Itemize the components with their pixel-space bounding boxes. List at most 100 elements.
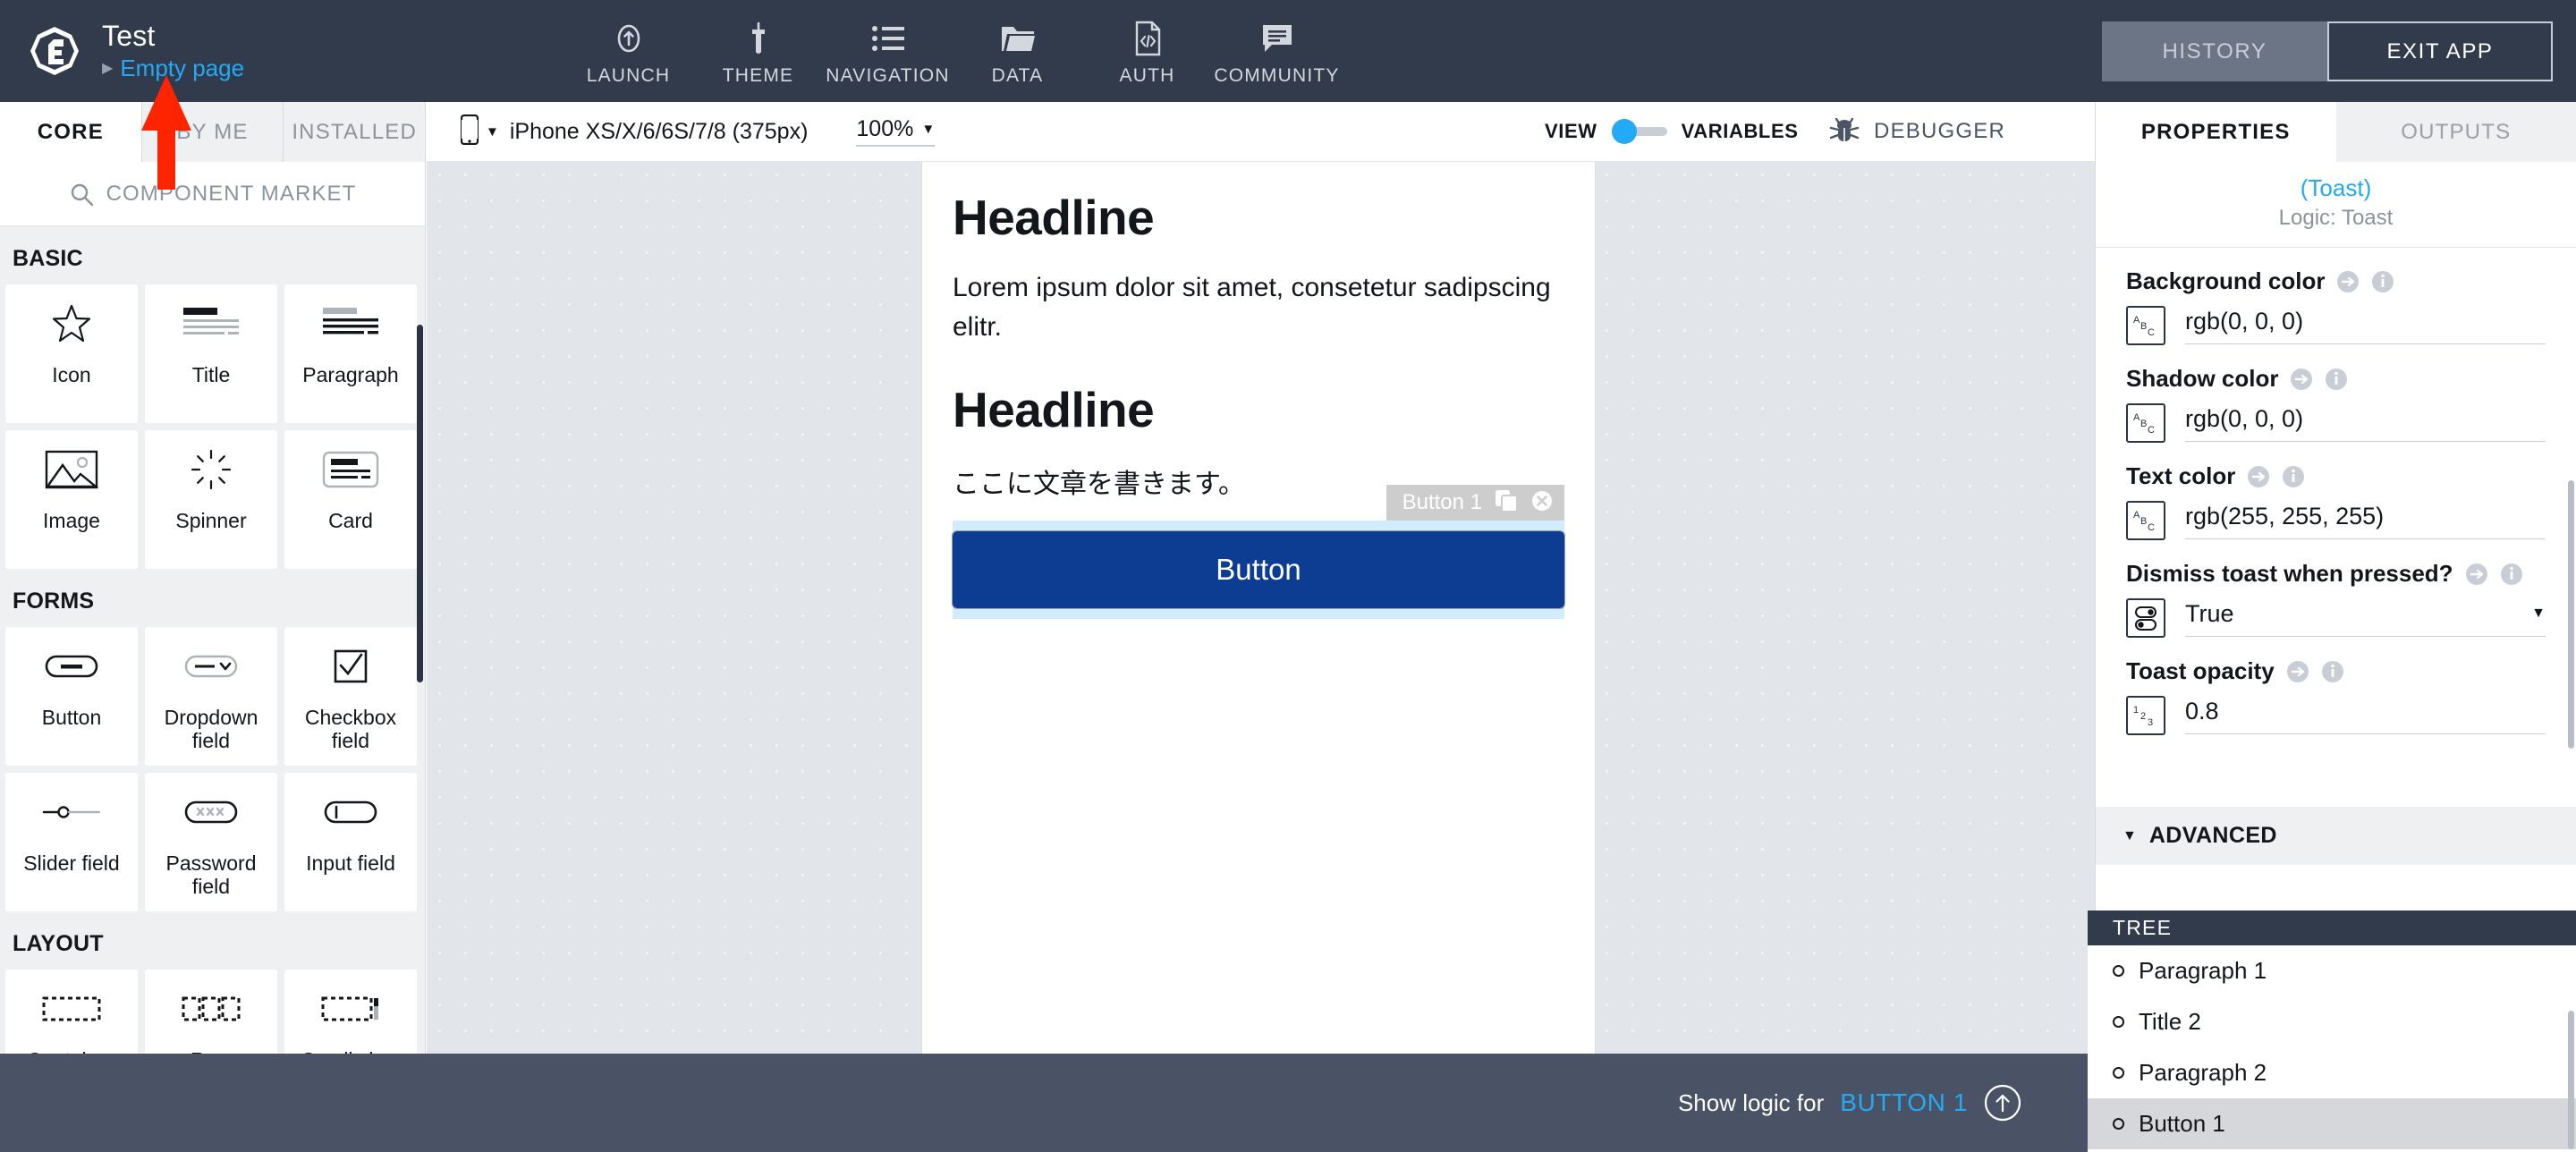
toggle-knob [1611,119,1637,144]
preview-headline-1[interactable]: Headline [953,191,1564,245]
input-icon [324,773,377,851]
tree-item-label: Button 1 [2139,1110,2225,1137]
exit-app-button[interactable]: EXIT APP [2327,21,2553,81]
property-value: rgb(0, 0, 0) [2185,307,2304,335]
component-grid-layout: Container Row [0,970,425,1054]
history-button[interactable]: HISTORY [2102,21,2327,81]
property-input[interactable]: rgb(0, 0, 0) [2185,405,2546,442]
svg-text:C: C [2148,327,2155,338]
view-variables-toggle[interactable]: VIEW VARIABLES [1545,119,1799,144]
brand-area: Test ▶ Empty page [0,21,501,81]
nav-item-community[interactable]: COMMUNITY [1212,15,1342,87]
component-label: Input field [306,851,395,875]
component-card-dropdown[interactable]: Dropdown field [145,627,277,766]
tab-outputs[interactable]: OUTPUTS [2336,102,2576,162]
zoom-selector[interactable]: 100% ▼ [856,116,936,147]
properties-body[interactable]: Background color A B C rgb(0, 0, 0) Shad… [2096,248,2576,865]
section-header-layout: LAYOUT [13,931,104,956]
nav-item-launch[interactable]: LAUNCH [564,15,693,87]
tab-installed[interactable]: INSTALLED [284,102,425,162]
brand-text: Test ▶ Empty page [102,21,244,81]
nav-item-data[interactable]: DATA [953,15,1082,87]
property-label: Text color [2126,462,2236,489]
component-card-input[interactable]: Input field [284,773,417,911]
property-label-row: Text color [2126,462,2546,490]
component-market-search[interactable]: COMPONENT MARKET [0,162,425,226]
component-card-title[interactable]: Title [145,284,277,423]
tree-panel-header[interactable]: TREE [2088,911,2576,945]
component-list-scroll[interactable]: BASIC Icon Title Paragraph Image Spinner… [0,226,425,1054]
preview-content: Headline Lorem ipsum dolor sit amet, con… [922,162,1595,620]
advanced-label: ADVANCED [2148,823,2277,848]
phone-icon [460,114,479,149]
tab-core[interactable]: CORE [0,102,142,162]
bind-arrow-icon[interactable] [2247,465,2270,488]
tree-scrollbar[interactable] [2568,1011,2574,1149]
properties-scrollbar[interactable] [2568,480,2574,749]
bind-arrow-icon[interactable] [2290,368,2313,391]
component-card-icon[interactable]: Icon [5,284,138,423]
tree-panel: TREE Paragraph 1 Title 2 Paragraph 2 But… [2088,911,2576,1152]
property-label: Shadow color [2126,365,2279,392]
tree-item-title-2[interactable]: Title 2 [2088,996,2576,1047]
component-card-paragraph[interactable]: Paragraph [284,284,417,423]
component-card-row[interactable]: Row [145,970,277,1054]
component-card-spinner[interactable]: Spinner [145,430,277,569]
tab-properties[interactable]: PROPERTIES [2096,102,2336,162]
property-input[interactable]: 0.8 [2185,698,2546,734]
expand-logic-arrow-icon[interactable] [1984,1084,2021,1122]
component-card-slider[interactable]: Slider field [5,773,138,911]
toggle-switch[interactable] [1611,119,1667,144]
property-input[interactable]: rgb(255, 255, 255) [2185,503,2546,539]
preview-button[interactable]: Button [952,530,1565,610]
bind-arrow-icon[interactable] [2336,270,2360,293]
duplicate-icon[interactable] [1495,489,1518,517]
property-value-row: A B C rgb(255, 255, 255) [2126,501,2546,540]
tree-item-paragraph-1[interactable]: Paragraph 1 [2088,945,2576,996]
property-select[interactable]: True ▼ [2185,600,2546,637]
bullet-icon [2113,1118,2124,1130]
property-input[interactable]: rgb(0, 0, 0) [2185,308,2546,344]
nav-item-theme[interactable]: THEME [693,15,823,87]
info-icon[interactable] [2371,270,2394,293]
number-type-icon: 1 2 3 [2126,696,2165,735]
debugger-label: DEBUGGER [1874,119,2005,143]
info-icon[interactable] [2500,563,2523,586]
svg-text:C: C [2148,425,2155,436]
close-icon[interactable] [1530,489,1554,517]
device-name-label: iPhone XS/X/6/6S/7/8 (375px) [509,118,809,144]
component-card-checkbox[interactable]: Checkbox field [284,627,417,766]
component-card-image[interactable]: Image [5,430,138,569]
device-selector[interactable]: ▼ iPhone XS/X/6/6S/7/8 (375px) [460,114,809,149]
component-card-scrollview[interactable]: Scroll view [284,970,417,1054]
preview-headline-2[interactable]: Headline [953,383,1564,437]
nav-item-navigation[interactable]: NAVIGATION [823,15,953,87]
library-scrollbar[interactable] [417,325,423,682]
debugger-button[interactable]: DEBUGGER [1827,114,2005,150]
component-card-card[interactable]: Card [284,430,417,569]
component-label: Slider field [23,851,120,875]
show-logic-target[interactable]: BUTTON 1 [1840,1088,1968,1117]
nav-item-auth[interactable]: AUTH [1082,15,1212,87]
preview-paragraph-1[interactable]: Lorem ipsum dolor sit amet, consetetur s… [953,268,1564,347]
svg-text:B: B [2140,321,2147,332]
properties-tabs: PROPERTIES OUTPUTS [2096,102,2576,162]
component-label: Title [191,363,231,386]
info-icon[interactable] [2325,368,2348,391]
canvas-area[interactable]: Headline Lorem ipsum dolor sit amet, con… [427,162,2095,1054]
star-icon [50,284,93,363]
component-card-container[interactable]: Container [5,970,138,1054]
advanced-section-header[interactable]: ▼ ADVANCED [2096,807,2576,865]
component-card-button[interactable]: Button [5,627,138,766]
selected-node-title[interactable]: (Toast) [2096,174,2576,202]
tree-item-button-1[interactable]: Button 1 [2088,1098,2576,1149]
component-label: Card [328,509,373,532]
bind-arrow-icon[interactable] [2286,660,2309,683]
bind-arrow-icon[interactable] [2465,563,2488,586]
chevron-down-icon: ▼ [2123,827,2137,843]
info-icon[interactable] [2282,465,2305,488]
property-dismiss-toast: Dismiss toast when pressed? True ▼ [2096,540,2576,638]
tree-item-paragraph-2[interactable]: Paragraph 2 [2088,1047,2576,1098]
info-icon[interactable] [2321,660,2344,683]
component-card-password[interactable]: Password field [145,773,277,911]
